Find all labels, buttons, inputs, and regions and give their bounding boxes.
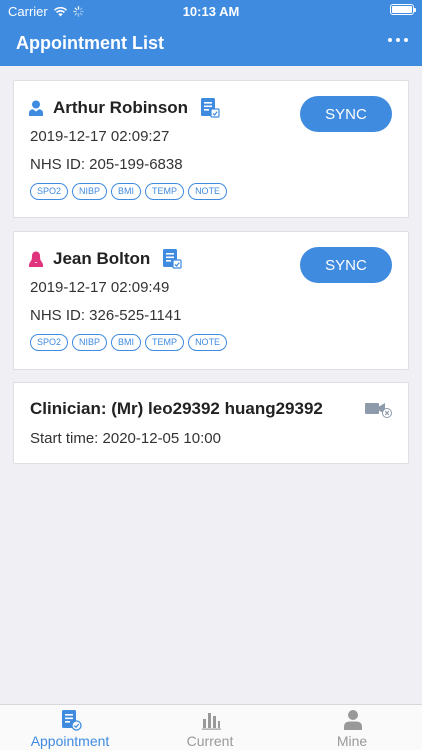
tag-note[interactable]: NOTE [188,334,228,351]
tag-bmi[interactable]: BMI [111,334,142,351]
tag-spo2[interactable]: SPO2 [30,183,69,200]
male-person-icon [29,100,43,116]
report-icon[interactable] [162,248,182,270]
video-call-off-icon[interactable] [364,400,392,418]
tag-temp[interactable]: TEMP [145,183,185,200]
patient-card[interactable]: Arthur Robinson SYNC 2019-12-17 02:09:27… [13,80,409,218]
nhs-id: NHS ID: 205-199-6838 [30,156,183,173]
bar-chart-icon [202,713,221,730]
status-time: 10:13 AM [182,4,240,19]
tab-current[interactable]: Current [140,705,280,750]
tab-label: Mine [336,733,368,749]
patient-card[interactable]: Jean Bolton SYNC 2019-12-17 02:09:49 NHS… [13,231,409,370]
appointment-datetime: 2019-12-17 02:09:27 [30,128,170,145]
report-icon[interactable] [200,97,220,119]
sync-button[interactable]: SYNC [300,96,392,132]
tag-note[interactable]: NOTE [188,183,228,200]
tab-mine[interactable]: Mine [282,705,422,750]
app-header: Carrier 10:13 AM Appointment List [0,0,422,66]
tag-spo2[interactable]: SPO2 [30,334,69,351]
status-bar: Carrier 10:13 AM [0,0,422,22]
tab-bar: Appointment Current Mine [0,704,422,750]
nhs-id: NHS ID: 326-525-1141 [30,307,182,324]
patient-name-row: Jean Bolton [29,248,182,270]
female-person-icon [29,251,43,267]
clinician-card[interactable]: Clinician: (Mr) leo29392 huang29392 Star… [13,382,409,464]
tab-appointment[interactable]: Appointment [0,705,140,750]
measurement-tags: SPO2 NIBP BMI TEMP NOTE [30,183,228,200]
tag-nibp[interactable]: NIBP [72,334,108,351]
battery-icon [390,4,416,15]
patient-name: Arthur Robinson [53,98,189,117]
clinician-name: Clinician: (Mr) leo29392 huang29392 [30,399,323,418]
patient-name-row: Arthur Robinson [29,97,220,119]
page-title: Appointment List [16,33,164,53]
sync-button[interactable]: SYNC [300,247,392,283]
user-icon [344,710,362,730]
tab-label: Appointment [30,733,110,749]
tag-nibp[interactable]: NIBP [72,183,108,200]
tag-bmi[interactable]: BMI [111,183,142,200]
tab-label: Current [186,733,234,749]
start-time: Start time: 2020-12-05 10:00 [30,430,221,447]
measurement-tags: SPO2 NIBP BMI TEMP NOTE [30,334,228,351]
patient-name: Jean Bolton [53,249,151,268]
appointment-datetime: 2019-12-17 02:09:49 [30,279,170,296]
more-menu-icon[interactable] [386,36,410,44]
tag-temp[interactable]: TEMP [145,334,185,351]
appointment-icon [62,710,82,731]
